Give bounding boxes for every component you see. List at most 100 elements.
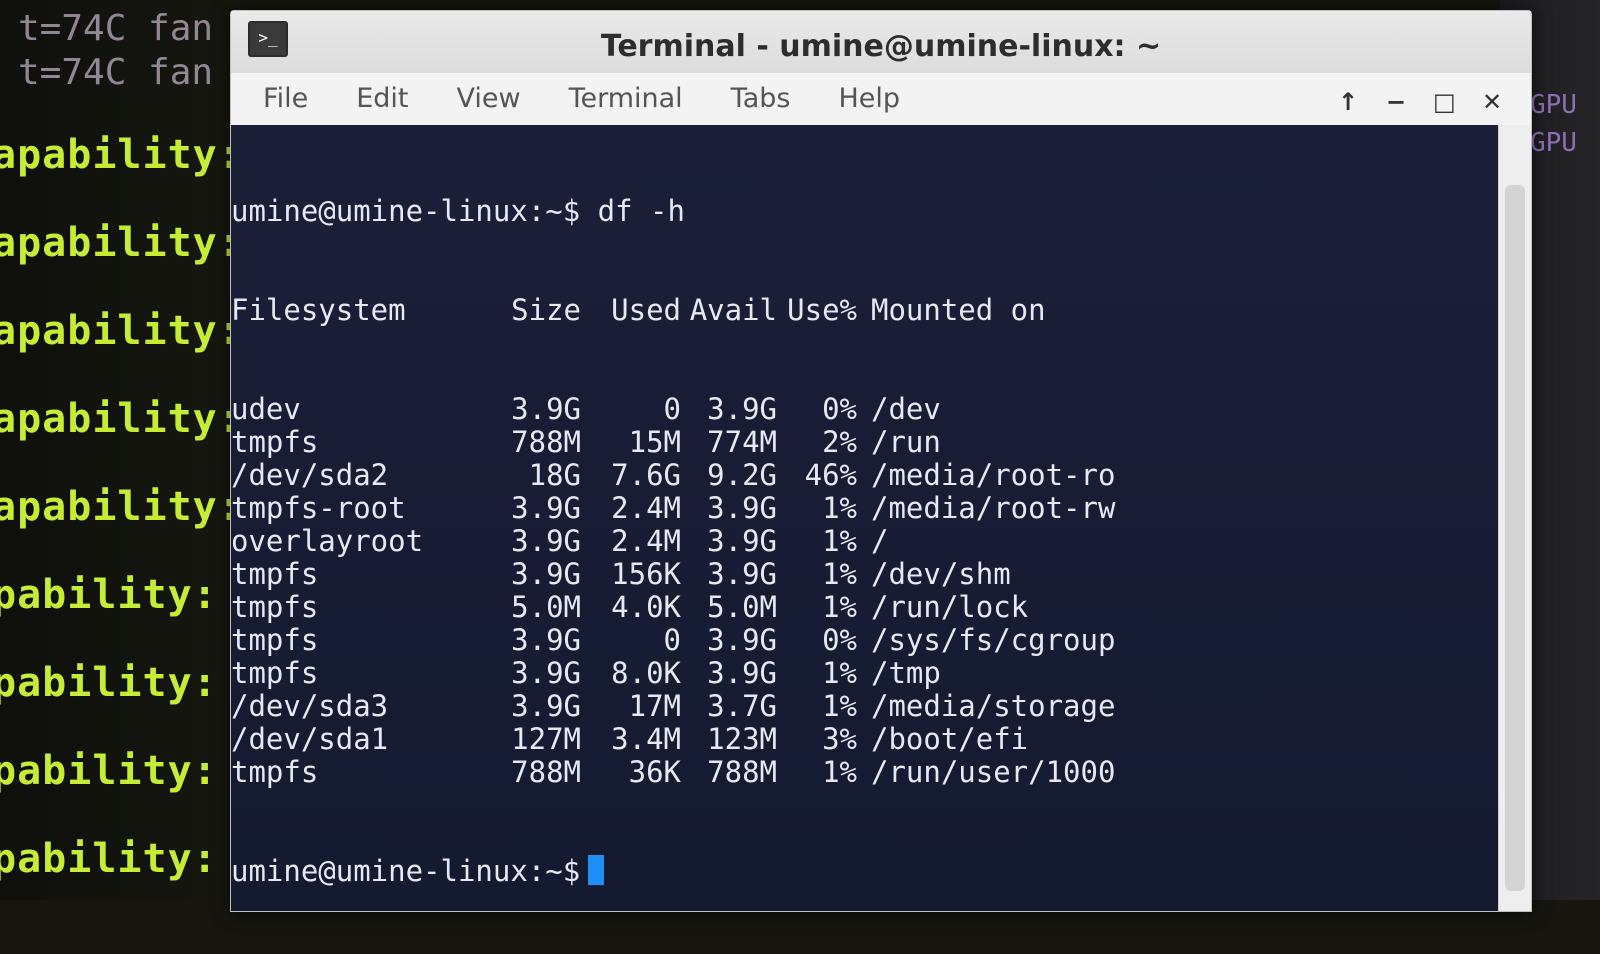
cell-filesystem: udev xyxy=(231,392,301,426)
cell-filesystem: overlayroot xyxy=(231,524,424,558)
cell-avail: 123M xyxy=(707,722,777,756)
cell-avail: 5.0M xyxy=(707,590,777,624)
cell-size: 18G xyxy=(528,458,581,492)
cell-use-percent: 1% xyxy=(822,656,857,690)
menu-file[interactable]: File xyxy=(243,73,328,125)
cell-used: 8.0K xyxy=(611,656,681,690)
cell-size: 3.9G xyxy=(511,392,581,426)
background-text-line: pability: xyxy=(0,572,218,618)
background-text-line: pability: xyxy=(0,660,218,706)
cell-use-percent: 2% xyxy=(822,425,857,459)
cell-use-percent: 0% xyxy=(822,392,857,426)
cell-avail: 788M xyxy=(707,755,777,789)
cell-used: 3.4M xyxy=(611,722,681,756)
cell-size: 3.9G xyxy=(511,557,581,591)
scrollbar[interactable] xyxy=(1498,125,1531,911)
df-row: tmpfs 3.9G 8.0K 3.9G 1% /tmp xyxy=(231,657,1499,690)
cell-avail: 3.7G xyxy=(707,689,777,723)
cell-used: 0 xyxy=(663,392,681,426)
cell-mounted-on: / xyxy=(871,524,889,558)
cell-avail: 3.9G xyxy=(707,656,777,690)
menu-tabs[interactable]: Tabs xyxy=(711,73,811,125)
cell-use-percent: 1% xyxy=(822,590,857,624)
cell-size: 3.9G xyxy=(511,623,581,657)
cell-size: 5.0M xyxy=(511,590,581,624)
menu-help[interactable]: Help xyxy=(818,73,920,125)
background-text-line: apability: xyxy=(0,396,240,442)
text-cursor xyxy=(588,855,605,885)
df-row: tmpfs-root 3.9G 2.4M 3.9G 1% /media/root-rw xyxy=(231,492,1499,525)
df-row: udev 3.9G 0 3.9G 0% /dev xyxy=(231,393,1499,426)
terminal-output[interactable]: umine@umine-linux:~$ df -h Filesystem Si… xyxy=(231,125,1499,911)
background-text-line: t=74C fan xyxy=(18,52,214,93)
cell-avail: 3.9G xyxy=(707,623,777,657)
cell-filesystem: tmpfs xyxy=(231,656,319,690)
background-text-line: apability: xyxy=(0,308,240,354)
cell-size: 3.9G xyxy=(511,689,581,723)
df-row: tmpfs 5.0M 4.0K 5.0M 1% /run/lock xyxy=(231,591,1499,624)
background-text-line: t=74C fan xyxy=(18,8,214,49)
cell-size: 788M xyxy=(511,755,581,789)
cell-filesystem: /dev/sda2 xyxy=(231,458,389,492)
cell-used: 2.4M xyxy=(611,491,681,525)
cell-use-percent: 46% xyxy=(804,458,857,492)
menu-edit[interactable]: Edit xyxy=(336,73,428,125)
cell-used: 17M xyxy=(628,689,681,723)
header-mounted-on: Mounted on xyxy=(871,293,1046,327)
cell-used: 4.0K xyxy=(611,590,681,624)
cell-avail: 3.9G xyxy=(707,392,777,426)
cell-mounted-on: /run xyxy=(871,425,941,459)
df-row: tmpfs 788M 36K 788M 1% /run/user/1000 xyxy=(231,756,1499,789)
cell-used: 15M xyxy=(628,425,681,459)
cell-size: 3.9G xyxy=(511,524,581,558)
cell-mounted-on: /run/user/1000 xyxy=(871,755,1116,789)
menu-terminal[interactable]: Terminal xyxy=(549,73,703,125)
window-title: Terminal - umine@umine-linux: ~ xyxy=(600,29,1162,64)
cell-filesystem: tmpfs xyxy=(231,755,319,789)
title-bar[interactable]: >_ Terminal - umine@umine-linux: ~ xyxy=(231,11,1531,73)
cell-mounted-on: /dev/shm xyxy=(871,557,1011,591)
cell-mounted-on: /media/root-rw xyxy=(871,491,1116,525)
df-row: tmpfs 788M 15M 774M 2% /run xyxy=(231,426,1499,459)
background-text-line: pability: xyxy=(0,748,218,794)
cell-avail: 9.2G xyxy=(707,458,777,492)
cell-mounted-on: /sys/fs/cgroup xyxy=(871,623,1116,657)
menu-view[interactable]: View xyxy=(436,73,540,125)
cell-mounted-on: /media/root-ro xyxy=(871,458,1116,492)
df-row: /dev/sda2 18G 7.6G 9.2G 46% /media/root-ro xyxy=(231,459,1499,492)
menu-bar: File Edit View Terminal Tabs Help xyxy=(231,73,1531,125)
cell-mounted-on: /tmp xyxy=(871,656,941,690)
df-row: tmpfs 3.9G 156K 3.9G 1% /dev/shm xyxy=(231,558,1499,591)
df-row: overlayroot 3.9G 2.4M 3.9G 1% / xyxy=(231,525,1499,558)
scrollbar-thumb[interactable] xyxy=(1505,185,1525,891)
background-text-line: apability: xyxy=(0,132,240,178)
df-rows: udev 3.9G 0 3.9G 0% /dev tmpfs 788M 15M 774M 2% /ru… xyxy=(231,393,1499,789)
cell-size: 788M xyxy=(511,425,581,459)
cell-avail: 774M xyxy=(707,425,777,459)
df-row: tmpfs 3.9G 0 3.9G 0% /sys/fs/cgroup xyxy=(231,624,1499,657)
cell-mounted-on: /run/lock xyxy=(871,590,1029,624)
df-row: /dev/sda1 127M 3.4M 123M 3% /boot/efi xyxy=(231,723,1499,756)
df-row: /dev/sda3 3.9G 17M 3.7G 1% /media/storage xyxy=(231,690,1499,723)
cell-filesystem: tmpfs xyxy=(231,590,319,624)
cell-filesystem: tmpfs-root xyxy=(231,491,406,525)
cell-used: 2.4M xyxy=(611,524,681,558)
background-text-line: pability: xyxy=(0,836,218,882)
header-used: Used xyxy=(611,293,681,327)
cell-mounted-on: /boot/efi xyxy=(871,722,1029,756)
cell-used: 156K xyxy=(611,557,681,591)
cell-size: 127M xyxy=(511,722,581,756)
cell-avail: 3.9G xyxy=(707,491,777,525)
cell-mounted-on: /dev xyxy=(871,392,941,426)
cell-used: 36K xyxy=(628,755,681,789)
cell-use-percent: 0% xyxy=(822,623,857,657)
cell-filesystem: tmpfs xyxy=(231,425,319,459)
background-text-line: GPU xyxy=(1530,90,1577,120)
cell-avail: 3.9G xyxy=(707,524,777,558)
cell-use-percent: 1% xyxy=(822,755,857,789)
shell-prompt: umine@umine-linux:~$ xyxy=(231,854,581,888)
header-size: Size xyxy=(511,293,581,327)
background-terminal-left: t=74C fan t=74C fan apability: apability… xyxy=(0,0,240,900)
background-text-line: apability: xyxy=(0,484,240,530)
header-filesystem: Filesystem xyxy=(231,293,406,327)
